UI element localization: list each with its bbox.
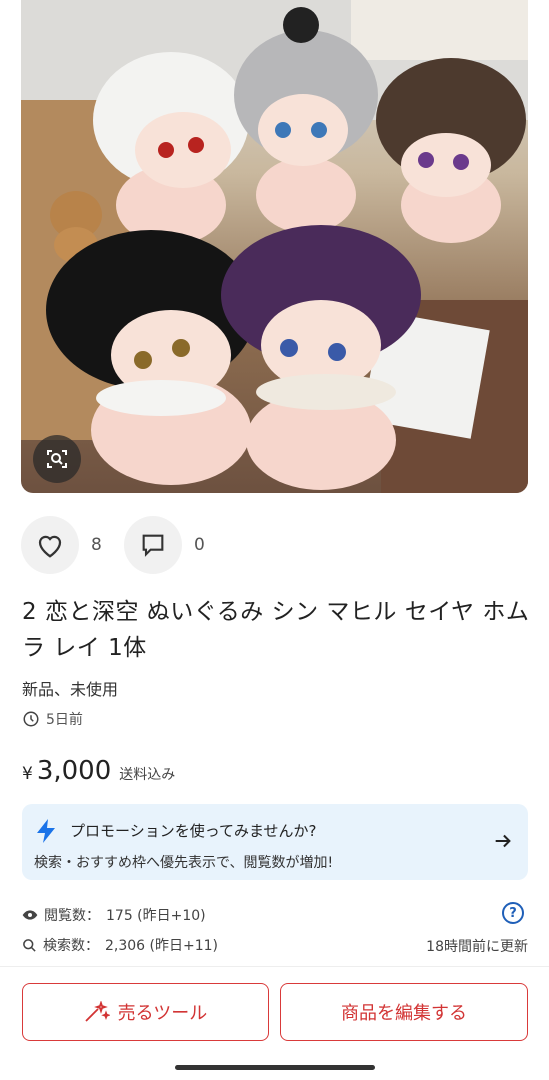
item-condition: 新品、未使用: [22, 680, 119, 699]
shipping-label: 送料込み: [119, 767, 176, 783]
image-search-icon: [47, 450, 67, 468]
promotion-title: プロモーションを使ってみませんか?: [70, 822, 317, 840]
price: ¥ 3,000 送料込み: [22, 756, 175, 786]
views-stat: 閲覧数： 175 (昨日+10): [22, 905, 206, 925]
posted-label: 5日前: [46, 712, 83, 728]
edit-item-button[interactable]: 商品を編集する: [280, 983, 528, 1041]
posted-time: 5日前: [22, 709, 83, 729]
divider: [0, 966, 549, 967]
views-value: 175 (昨日+10): [106, 908, 206, 924]
like-button[interactable]: [21, 516, 79, 574]
search-icon: [23, 938, 36, 952]
views-label: 閲覧数：: [44, 908, 100, 924]
sell-tool-button[interactable]: 売るツール: [22, 983, 269, 1041]
image-search-button[interactable]: [33, 435, 81, 483]
search-label: 検索数：: [43, 938, 99, 954]
clock-icon: [23, 711, 39, 727]
price-amount: 3,000: [36, 756, 112, 786]
like-group[interactable]: 8: [21, 515, 102, 575]
like-count: 8: [91, 535, 102, 555]
search-value: 2,306 (昨日+11): [105, 938, 218, 954]
lightning-icon: [37, 819, 55, 843]
comment-icon: [142, 534, 164, 557]
arrow-right-icon: [495, 834, 511, 848]
comment-count: 0: [194, 535, 205, 555]
magic-wand-icon: [85, 1001, 110, 1022]
promotion-banner[interactable]: プロモーションを使ってみませんか? 検索・おすすめ枠へ優先表示で、閲覧数が増加!: [22, 804, 528, 880]
help-button[interactable]: ?: [502, 902, 524, 924]
eye-icon: [22, 910, 38, 920]
sell-tool-label: 売るツール: [117, 1003, 208, 1024]
updated-time: 18時間前に更新: [426, 939, 528, 955]
heart-icon: [38, 535, 62, 558]
promotion-description: 検索・おすすめ枠へ優先表示で、閲覧数が増加!: [34, 855, 334, 871]
search-stat: 検索数： 2,306 (昨日+11): [22, 935, 218, 955]
edit-item-label: 商品を編集する: [341, 1003, 467, 1024]
item-title: 2 恋と深空 ぬいぐるみ シン マヒル セイヤ ホムラ レイ 1体: [22, 599, 530, 661]
home-indicator[interactable]: [175, 1065, 375, 1070]
product-photo[interactable]: [21, 0, 528, 493]
comment-group[interactable]: 0: [124, 515, 205, 575]
comment-button[interactable]: [124, 516, 182, 574]
currency-symbol: ¥: [22, 764, 33, 784]
